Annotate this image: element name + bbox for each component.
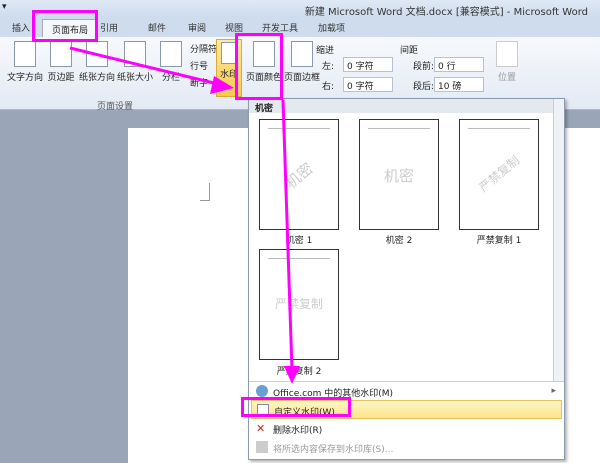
- arrow-line: [281, 99, 294, 371]
- arrow-line: [69, 46, 223, 87]
- arrow-head: [210, 76, 234, 94]
- arrow-head: [284, 366, 300, 384]
- annotation-arrows: [69, 46, 300, 384]
